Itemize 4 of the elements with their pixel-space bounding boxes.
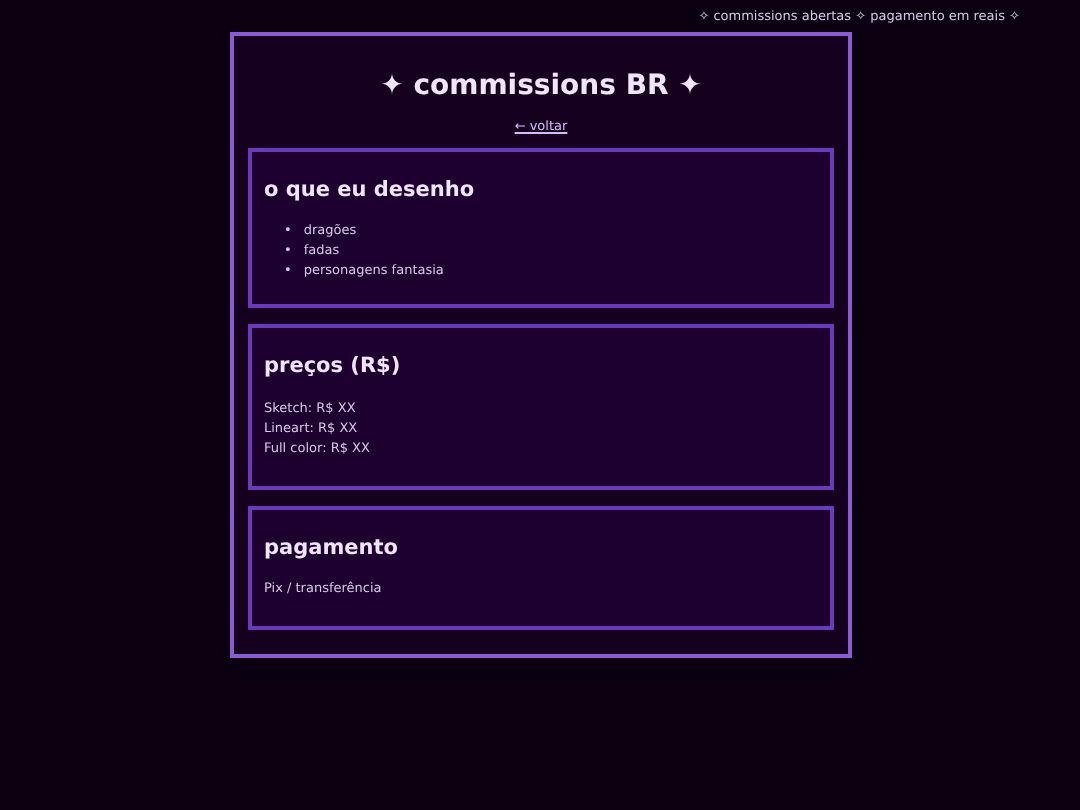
section-heading: preços (R$)	[264, 354, 403, 380]
page-title: ✦ commissions BR ✦	[378, 68, 704, 104]
section-heading: pagamento	[264, 535, 400, 561]
section-heading: o que eu desenho	[264, 177, 477, 203]
